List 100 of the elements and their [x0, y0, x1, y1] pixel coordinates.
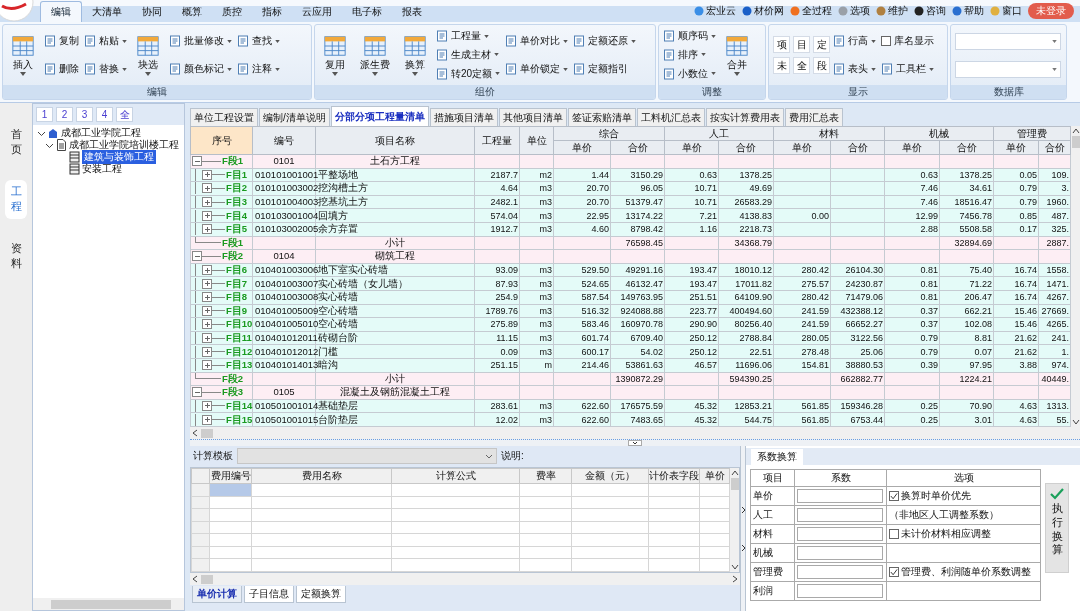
tool-button[interactable]: 派生费: [356, 32, 394, 78]
column-header[interactable]: 计算公式: [391, 468, 520, 484]
tool-button[interactable]: 小数位: [663, 67, 716, 80]
coefficient-field[interactable]: [797, 489, 883, 503]
scroll-left-icon[interactable]: [192, 575, 198, 583]
sheet-tab[interactable]: 按实计算费用表: [705, 108, 784, 126]
display-toggle[interactable]: 目: [793, 36, 810, 53]
scroll-left-icon[interactable]: [192, 429, 198, 437]
level-button[interactable]: 2: [56, 107, 73, 122]
chevron-icon[interactable]: [628, 440, 642, 446]
ribbon-tab[interactable]: 指标: [252, 1, 292, 22]
tool-button[interactable]: 替换: [84, 63, 127, 75]
scrollbar-thumb[interactable]: [1071, 136, 1080, 148]
sheet-tab[interactable]: 单位工程设置: [190, 108, 258, 126]
expand-icon[interactable]: [202, 319, 212, 330]
tool-button[interactable]: 复用: [319, 32, 351, 78]
expand-icon[interactable]: [202, 224, 212, 235]
checkbox[interactable]: [889, 491, 899, 501]
tree-item[interactable]: 安装工程: [82, 162, 122, 176]
scroll-down-icon[interactable]: [730, 564, 739, 570]
checkbox[interactable]: [881, 36, 891, 46]
ribbon-tab[interactable]: 电子标: [342, 1, 392, 22]
level-button[interactable]: 3: [76, 107, 93, 122]
scrollbar-thumb[interactable]: [730, 478, 739, 490]
tool-button[interactable]: 颜色标记: [169, 63, 232, 75]
expand-icon[interactable]: [202, 265, 212, 276]
tool-button[interactable]: 生成主材: [436, 49, 501, 61]
checkbox[interactable]: [889, 567, 899, 577]
display-toggle[interactable]: 全: [793, 57, 810, 74]
column-header[interactable]: 单价: [699, 468, 730, 484]
expand-icon[interactable]: [202, 197, 212, 208]
column-header[interactable]: 计价表字段: [648, 468, 700, 484]
grid-cell[interactable]: [209, 558, 252, 572]
column-header[interactable]: 费用名称: [251, 468, 392, 484]
tool-button[interactable]: 排序: [663, 49, 716, 61]
scrollbar-thumb[interactable]: [51, 599, 171, 609]
expand-icon[interactable]: [202, 305, 212, 316]
coefficient-field[interactable]: [797, 508, 883, 522]
collapse-icon[interactable]: [192, 387, 202, 398]
display-toggle[interactable]: 未: [773, 57, 790, 74]
coefficient-field[interactable]: [797, 584, 883, 598]
expand-icon[interactable]: [202, 210, 212, 221]
toolbar-link[interactable]: 维护: [876, 4, 908, 18]
expand-icon[interactable]: [202, 401, 212, 411]
scrollbar-thumb[interactable]: [201, 574, 213, 584]
expand-icon[interactable]: [202, 360, 212, 371]
toolbar-link[interactable]: 咨询: [914, 4, 946, 18]
scroll-up-icon[interactable]: [730, 470, 739, 476]
dropdown-field[interactable]: [955, 32, 1061, 50]
collapse-icon[interactable]: [192, 251, 202, 262]
tree-item[interactable]: 成都工业学院工程: [61, 126, 141, 140]
tool-button[interactable]: 插入: [7, 32, 39, 78]
expand-icon[interactable]: [202, 278, 212, 289]
ribbon-tab[interactable]: 概算: [172, 1, 212, 22]
tool-button[interactable]: 工程量: [436, 30, 501, 43]
sheet-tab[interactable]: 费用汇总表: [784, 108, 843, 126]
scroll-up-icon[interactable]: [1071, 128, 1080, 134]
side-nav-item[interactable]: 工程: [5, 179, 27, 219]
scrollbar-thumb[interactable]: [201, 428, 213, 438]
tool-button[interactable]: 查找: [237, 35, 280, 47]
level-button[interactable]: 4: [96, 107, 113, 122]
column-header[interactable]: 编号: [252, 126, 316, 155]
tool-button[interactable]: 表头: [833, 63, 876, 75]
column-header[interactable]: 费用编号: [209, 468, 252, 484]
column-header[interactable]: 费率: [519, 468, 572, 484]
sheet-tab[interactable]: 编制/清单说明: [259, 108, 330, 126]
panel-tab[interactable]: 单价计算: [192, 586, 242, 603]
column-header[interactable]: 单位: [519, 126, 554, 155]
grid-cell[interactable]: [209, 508, 252, 522]
tool-button[interactable]: 块选: [132, 32, 164, 78]
level-button[interactable]: 全: [116, 107, 133, 122]
checkbox-option[interactable]: 库名显示: [881, 35, 934, 47]
tool-button[interactable]: 复制: [44, 35, 79, 47]
tool-button[interactable]: 粘贴: [84, 35, 127, 47]
display-toggle[interactable]: 段: [813, 57, 830, 74]
column-header[interactable]: 工程量: [474, 126, 520, 155]
execute-button[interactable]: 执行换算: [1045, 483, 1069, 573]
tool-button[interactable]: 删除: [44, 63, 79, 75]
tree-item[interactable]: 成都工业学院培训楼工程: [69, 138, 179, 152]
tool-button[interactable]: 定额还原: [573, 35, 637, 47]
display-toggle[interactable]: 项: [773, 36, 790, 53]
toolbar-link[interactable]: 窗口: [990, 4, 1022, 18]
tree-item[interactable]: 建筑与装饰工程: [82, 150, 156, 164]
toolbar-link[interactable]: 选项: [838, 4, 870, 18]
chevron-icon[interactable]: [740, 543, 746, 552]
tool-button[interactable]: 顺序码: [663, 30, 716, 43]
tool-button[interactable]: 工具栏: [881, 63, 934, 75]
checkbox[interactable]: [889, 529, 899, 539]
expand-icon[interactable]: [202, 183, 212, 194]
coefficient-field[interactable]: [797, 527, 883, 541]
tool-button[interactable]: 批量修改: [169, 35, 232, 47]
ribbon-tab[interactable]: 大清单: [82, 1, 132, 22]
expand-icon[interactable]: [202, 169, 212, 180]
panel-tab[interactable]: 子目信息: [244, 586, 294, 603]
grid-cell[interactable]: [209, 521, 252, 534]
ribbon-tab[interactable]: 编辑: [40, 1, 82, 22]
expand-icon[interactable]: [202, 333, 212, 343]
level-button[interactable]: 1: [36, 107, 53, 122]
column-header[interactable]: 序号: [190, 126, 253, 155]
sheet-tab[interactable]: 签证索赔清单: [567, 108, 636, 126]
